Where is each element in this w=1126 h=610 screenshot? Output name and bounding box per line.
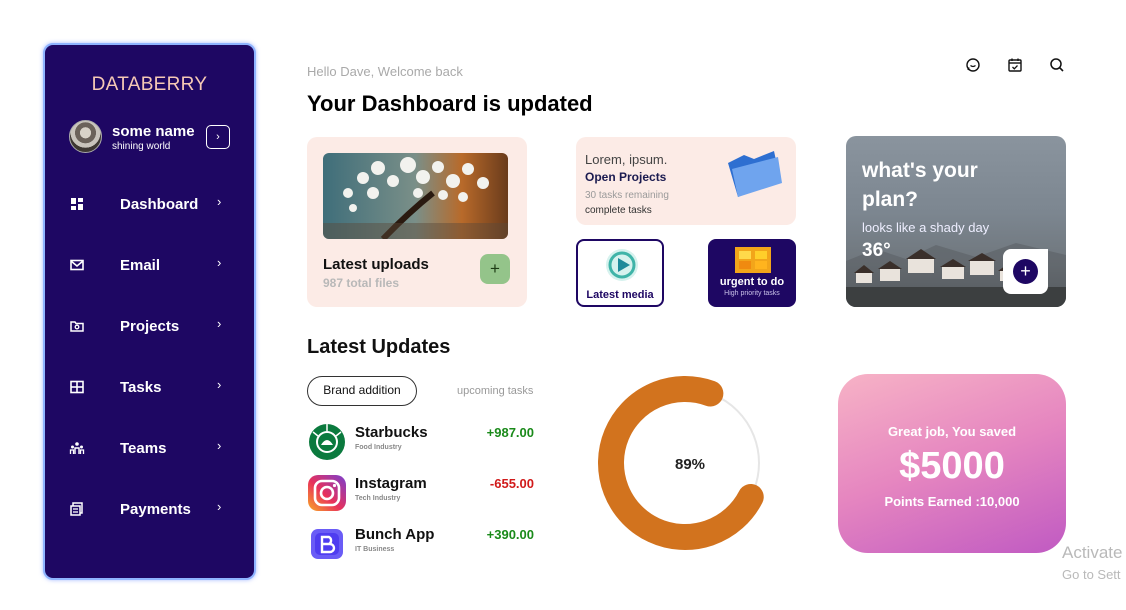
chevron-right-icon: › <box>217 194 222 209</box>
chat-icon[interactable] <box>965 57 981 73</box>
sidebar-item-projects[interactable]: Projects › <box>69 315 229 339</box>
latest-media-tile[interactable]: Latest media <box>576 239 664 307</box>
weather-question: what's your plan? <box>862 159 978 211</box>
savings-caption: Great job, You saved <box>887 424 1017 439</box>
latest-media-label: Latest media <box>586 289 654 301</box>
dashboard-icon <box>71 198 83 210</box>
urgent-todo-tile[interactable]: urgent to do High priority tasks <box>708 239 796 307</box>
savings-card: Great job, You saved $5000 Points Earned… <box>838 374 1066 553</box>
latest-updates-title: Latest Updates <box>307 336 451 358</box>
add-plan-button[interactable]: + <box>1003 249 1048 294</box>
starbucks-logo <box>309 424 345 460</box>
instagram-logo <box>308 475 346 511</box>
sidebar-item-label: Email <box>120 257 161 274</box>
sidebar-item-dashboard[interactable]: Dashboard › <box>69 193 229 217</box>
savings-amount: $5000 <box>899 445 1005 487</box>
plus-icon: + <box>1013 259 1038 284</box>
projects-title: Open Projects <box>585 170 667 184</box>
transaction-amount: +390.00 <box>486 527 534 542</box>
upload-thumbnail[interactable] <box>323 153 508 239</box>
profile-block: some name shining world › <box>69 120 239 154</box>
progress-label: 89% <box>675 456 705 473</box>
transaction-amount: +987.00 <box>486 425 534 440</box>
sidebar-item-payments[interactable]: Payments › <box>69 498 229 522</box>
sidebar-item-label: Dashboard <box>120 196 199 213</box>
sidebar-item-label: Tasks <box>120 379 162 396</box>
projects-caption: Lorem, ipsum. <box>585 152 668 167</box>
latest-uploads-card[interactable]: Latest uploads 987 total files + <box>307 137 527 307</box>
activate-watermark-sub: Go to Sett <box>1062 567 1121 582</box>
upload-count: 987 total files <box>323 276 400 290</box>
weather-temperature: 36° <box>862 240 891 261</box>
chevron-right-icon: › <box>217 499 222 514</box>
payments-icon <box>70 502 83 516</box>
transaction-name: Bunch App <box>355 526 435 543</box>
chevron-right-icon: › <box>217 316 222 331</box>
sidebar-item-label: Teams <box>120 440 167 457</box>
tasks-grid-icon <box>70 380 84 394</box>
progress-donut: 89% <box>598 376 764 550</box>
profile-expand-button[interactable]: › <box>206 125 230 149</box>
urgent-sub: High priority tasks <box>724 290 780 297</box>
brand-logo: DATABERRY <box>91 74 208 95</box>
chevron-right-icon: › <box>217 255 222 270</box>
greeting-text: Hello Dave, Welcome back <box>307 64 463 79</box>
transaction-row[interactable]: Starbucks Food Industry +987.00 <box>307 423 537 463</box>
weather-card: what's your plan? looks like a shady day… <box>846 136 1066 307</box>
mail-icon <box>70 259 84 271</box>
transaction-row[interactable]: Bunch App IT Business +390.00 <box>307 525 537 565</box>
urgent-label: urgent to do <box>719 276 785 288</box>
chevron-right-icon: › <box>217 438 222 453</box>
alert-icon <box>735 247 771 273</box>
transaction-row[interactable]: Instagram Tech Industry -655.00 <box>307 474 537 514</box>
transaction-category: IT Business <box>355 546 395 553</box>
sidebar-item-tasks[interactable]: Tasks › <box>69 376 229 400</box>
transaction-amount: -655.00 <box>489 476 534 491</box>
sidebar: DATABERRY some name shining world › Dash… <box>43 43 256 580</box>
page-title: Your Dashboard is updated <box>307 91 593 116</box>
profile-subtitle: shining world <box>112 141 171 152</box>
transaction-category: Tech Industry <box>355 495 401 502</box>
sidebar-item-teams[interactable]: Teams › <box>69 437 229 461</box>
folder-icon <box>728 151 782 197</box>
tasks-complete: complete tasks <box>585 205 652 216</box>
transaction-name: Starbucks <box>355 424 428 441</box>
calendar-icon[interactable] <box>1007 57 1023 73</box>
points-earned: Points Earned :10,000 <box>884 494 1020 509</box>
tab-brand-addition[interactable]: Brand addition <box>307 376 417 406</box>
open-projects-card[interactable]: Lorem, ipsum. Open Projects 30 tasks rem… <box>576 137 796 225</box>
sidebar-item-label: Projects <box>120 318 180 335</box>
transaction-category: Food Industry <box>355 444 402 451</box>
folder-icon <box>70 321 84 332</box>
tab-upcoming-tasks[interactable]: upcoming tasks <box>457 385 533 397</box>
search-icon[interactable] <box>1049 57 1065 73</box>
chevron-right-icon: › <box>217 377 222 392</box>
sidebar-item-email[interactable]: Email › <box>69 254 229 278</box>
add-upload-button[interactable]: + <box>480 254 510 284</box>
tree-painting-image <box>323 153 508 239</box>
play-icon <box>606 249 638 281</box>
bunch-app-logo <box>311 529 343 559</box>
tasks-remaining: 30 tasks remaining <box>585 190 669 201</box>
weather-description: looks like a shady day <box>862 220 990 235</box>
avatar[interactable] <box>69 120 102 153</box>
dashboard-page: DATABERRY some name shining world › Dash… <box>0 0 1126 610</box>
profile-name: some name <box>112 123 195 140</box>
sidebar-item-label: Payments <box>120 501 191 518</box>
upload-title: Latest uploads <box>323 256 429 273</box>
team-icon <box>69 442 85 454</box>
transaction-name: Instagram <box>355 475 427 492</box>
activate-watermark: Activate <box>1062 543 1123 562</box>
